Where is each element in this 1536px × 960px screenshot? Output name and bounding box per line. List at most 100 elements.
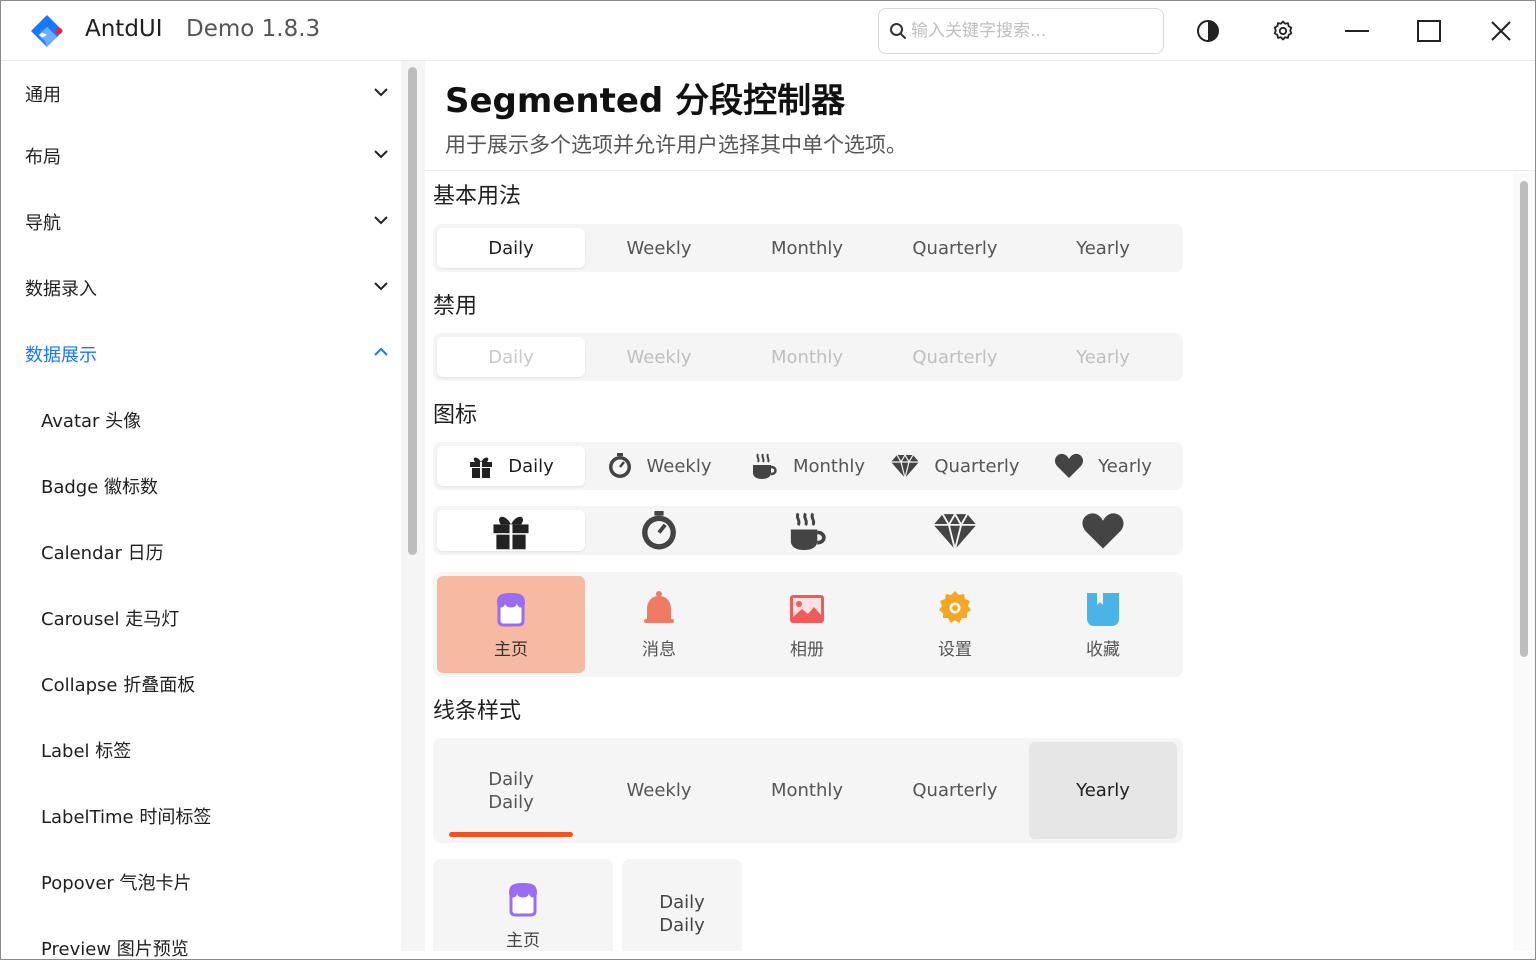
- segment-daily[interactable]: Daily: [437, 446, 585, 486]
- page-header: Segmented 分段控制器 用于展示多个选项并允许用户选择其中单个选项。: [425, 61, 1535, 171]
- close-icon: [1491, 21, 1511, 41]
- segment-daily: Daily: [437, 337, 585, 377]
- segment-gift[interactable]: [437, 510, 585, 551]
- minimize-button[interactable]: [1337, 11, 1377, 51]
- sidebar-item-label: 导航: [25, 213, 61, 234]
- sidebar-item-label: 布局: [25, 147, 61, 168]
- settings-button[interactable]: [1263, 11, 1303, 51]
- sidebar-item-navigation[interactable]: 导航: [1, 189, 401, 255]
- search-icon: [890, 23, 906, 39]
- segment-stopwatch[interactable]: [585, 510, 733, 551]
- segment-label-line-1: Daily: [659, 892, 705, 913]
- app-window: AntdUI Demo 1.8.3 输入关键字搜索... 通用 布局 导航 数据…: [0, 0, 1536, 960]
- maximize-icon: [1417, 20, 1441, 42]
- segmented-icon-text: Daily Weekly Monthly Quarterly Yearly: [433, 442, 1183, 490]
- photo-icon: [790, 595, 824, 623]
- bell-icon: [644, 591, 674, 623]
- sidebar-subitem-label-item[interactable]: Label 标签: [1, 717, 401, 783]
- segment-daily[interactable]: Daily Daily: [437, 742, 585, 839]
- segment-home-card[interactable]: 主页: [433, 859, 613, 951]
- search-box[interactable]: [878, 8, 1164, 54]
- segment-settings[interactable]: 设置: [881, 576, 1029, 673]
- segment-coffee[interactable]: [733, 510, 881, 551]
- close-button[interactable]: [1481, 11, 1521, 51]
- sidebar-item-label: 通用: [25, 85, 61, 106]
- section-title-basic: 基本用法: [433, 184, 522, 209]
- segment-two-line-label: Daily Daily: [488, 768, 534, 814]
- contrast-icon: [1197, 20, 1219, 42]
- segment-album[interactable]: 相册: [733, 576, 881, 673]
- sidebar-item-layout[interactable]: 布局: [1, 123, 401, 189]
- segment-home[interactable]: 主页: [437, 576, 585, 673]
- section-title-line: 线条样式: [433, 699, 522, 724]
- segment-heart[interactable]: [1029, 510, 1177, 551]
- sidebar-subitem-label: Collapse 折叠面板: [41, 675, 196, 696]
- segment-weekly[interactable]: Weekly: [585, 228, 733, 268]
- app-version: Demo 1.8.3: [186, 16, 321, 42]
- segment-quarterly[interactable]: Quarterly: [881, 446, 1029, 486]
- sidebar-subitem-label: Badge 徽标数: [41, 477, 159, 498]
- segment-label: 消息: [642, 640, 676, 660]
- segment-yearly[interactable]: Yearly: [1029, 228, 1177, 268]
- sidebar-subitem-label: Preview 图片预览: [41, 939, 189, 960]
- segment-favorites[interactable]: 收藏: [1029, 576, 1177, 673]
- segment-label: Weekly: [646, 455, 712, 477]
- sidebar-subitem-label: LabelTime 时间标签: [41, 807, 212, 828]
- sidebar-subitem-badge[interactable]: Badge 徽标数: [1, 453, 401, 519]
- segment-label: Monthly: [792, 455, 866, 477]
- sidebar-item-label: 数据展示: [25, 345, 97, 366]
- segment-label-line-1: Daily: [488, 768, 534, 790]
- stopwatch-icon: [607, 453, 633, 479]
- segment-label: 相册: [790, 640, 824, 660]
- segment-label: Daily: [508, 455, 554, 477]
- segment-monthly[interactable]: Monthly: [733, 742, 881, 839]
- segment-quarterly[interactable]: Quarterly: [881, 742, 1029, 839]
- segment-diamond[interactable]: [881, 510, 1029, 551]
- search-input[interactable]: [911, 21, 1151, 41]
- sidebar-item-data-display[interactable]: 数据展示: [1, 321, 401, 387]
- chevron-down-icon: [374, 216, 388, 225]
- sidebar: 通用 布局 导航 数据录入 数据展示 Avatar 头像 Badge 徽标数 C…: [1, 61, 401, 960]
- sidebar-subitem-collapse[interactable]: Collapse 折叠面板: [1, 651, 401, 717]
- sidebar-subitem-calendar[interactable]: Calendar 日历: [1, 519, 401, 585]
- chevron-up-icon: [374, 347, 388, 356]
- segment-weekly: Weekly: [626, 346, 692, 368]
- segment-weekly[interactable]: Weekly: [585, 742, 733, 839]
- sidebar-subitem-carousel[interactable]: Carousel 走马灯: [1, 585, 401, 651]
- segment-label: 主页: [494, 640, 528, 660]
- segment-yearly[interactable]: Yearly: [1029, 446, 1177, 486]
- segment-monthly[interactable]: Monthly: [733, 228, 881, 268]
- segment-yearly: Yearly: [1076, 346, 1130, 368]
- content-scrollbar-thumb[interactable]: [1520, 181, 1528, 657]
- antd-logo-icon: [31, 15, 63, 47]
- segment-quarterly: Quarterly: [912, 346, 998, 368]
- segment-daily[interactable]: Daily: [437, 228, 585, 268]
- section-title-disabled: 禁用: [433, 294, 478, 319]
- segment-daily-card[interactable]: Daily Daily: [622, 859, 742, 951]
- gift-icon: [493, 516, 529, 549]
- sidebar-item-general[interactable]: 通用: [1, 61, 401, 127]
- segmented-basic: Daily Weekly Monthly Quarterly Yearly: [433, 224, 1183, 272]
- heart-icon: [1082, 512, 1124, 549]
- gift-icon: [468, 453, 494, 479]
- sidebar-subitem-labeltime[interactable]: LabelTime 时间标签: [1, 783, 401, 849]
- theme-toggle-button[interactable]: [1188, 11, 1228, 51]
- segment-weekly[interactable]: Weekly: [585, 446, 733, 486]
- maximize-button[interactable]: [1409, 11, 1449, 51]
- sidebar-subitem-popover[interactable]: Popover 气泡卡片: [1, 849, 401, 915]
- segment-quarterly[interactable]: Quarterly: [881, 228, 1029, 268]
- sidebar-item-data-entry[interactable]: 数据录入: [1, 255, 401, 321]
- coffee-icon: [790, 512, 826, 550]
- segment-label: 主页: [506, 931, 540, 951]
- sidebar-subitem-avatar[interactable]: Avatar 头像: [1, 387, 401, 453]
- sidebar-scrollbar-thumb[interactable]: [408, 67, 417, 555]
- sidebar-subitem-preview[interactable]: Preview 图片预览: [1, 915, 401, 960]
- title-bar: AntdUI Demo 1.8.3: [1, 1, 1535, 61]
- segment-messages[interactable]: 消息: [585, 576, 733, 673]
- chevron-down-icon: [374, 88, 388, 97]
- segment-yearly[interactable]: Yearly: [1029, 742, 1177, 839]
- segmented-icon-only: [433, 506, 1183, 555]
- diamond-icon: [890, 453, 920, 479]
- active-underline: [449, 832, 573, 837]
- segment-monthly[interactable]: Monthly: [733, 446, 881, 486]
